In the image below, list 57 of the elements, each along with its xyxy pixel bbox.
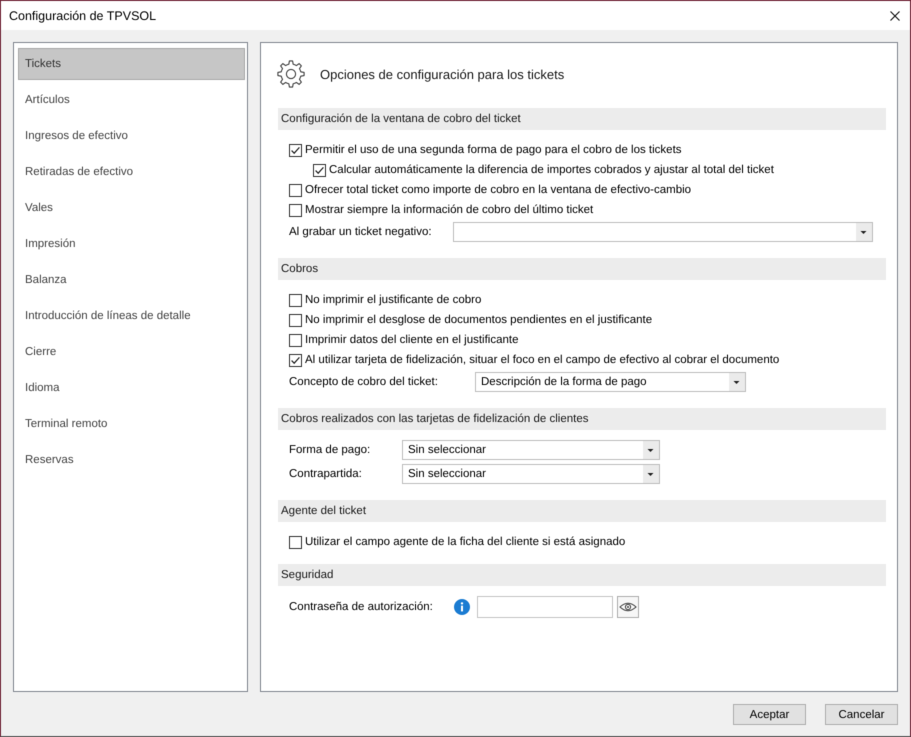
sidebar-item[interactable]: Reservas — [18, 444, 245, 476]
checkbox[interactable] — [289, 184, 302, 196]
window-title: Configuración de TPVSOL — [9, 8, 156, 22]
caret-icon — [729, 373, 745, 391]
checkbox-label: Utilizar el campo agente de la ficha del cliente si está asignado — [305, 536, 626, 548]
sidebar-item[interactable]: Tickets — [18, 48, 245, 80]
show-password-button[interactable] — [617, 596, 639, 618]
section-header: Configuración de la ventana de cobro del ticket — [278, 108, 886, 130]
password-field[interactable] — [477, 596, 613, 618]
section-header: Agente del ticket — [278, 500, 886, 522]
section-header: Cobros — [278, 258, 886, 280]
checkbox-label: Mostrar siempre la información de cobro del último ticket — [305, 204, 594, 216]
field-label: Forma de pago: — [289, 444, 372, 456]
eye-icon — [619, 601, 637, 613]
sidebar-item[interactable]: Retiradas de efectivo — [18, 156, 245, 188]
checkbox[interactable] — [289, 536, 302, 548]
checkbox-label: Imprimir datos del cliente en el justificante — [305, 334, 518, 346]
section-header: Seguridad — [278, 564, 886, 586]
field-label: Contrapartida: — [289, 468, 363, 480]
sidebar-item[interactable]: Balanza — [18, 264, 245, 296]
sidebar-item[interactable]: Artículos — [18, 84, 245, 116]
sidebar-item[interactable]: Cierre — [18, 336, 245, 368]
checkbox-label: No imprimir el justificante de cobro — [305, 294, 482, 306]
caret-icon — [643, 465, 659, 483]
caret-icon — [856, 223, 872, 241]
checkbox[interactable] — [313, 164, 326, 176]
sidebar-item[interactable]: Ingresos de efectivo — [18, 120, 245, 152]
gear-icon — [277, 60, 305, 88]
checkbox-label: Al utilizar tarjeta de fidelización, situar el foco en el campo de efectivo al cobrar el documento — [305, 354, 780, 366]
accept-button[interactable]: Aceptar — [733, 704, 806, 725]
caret-icon — [643, 441, 659, 459]
sidebar-item[interactable]: Introducción de líneas de detalle — [18, 300, 245, 332]
info-icon[interactable] — [454, 599, 470, 615]
sidebar-item[interactable]: Idioma — [18, 372, 245, 404]
checkbox-label: Ofrecer total ticket como importe de cobro en la ventana de efectivo-cambio — [305, 184, 692, 196]
field-label: Al grabar un ticket negativo: — [289, 226, 433, 238]
sidebar-item[interactable]: Vales — [18, 192, 245, 224]
panel-title: Opciones de configuración para los tickets — [320, 66, 564, 82]
dropdown[interactable]: Sin seleccionar — [402, 464, 660, 484]
checkbox[interactable] — [289, 354, 302, 366]
checkbox-label: No imprimir el desglose de documentos pendientes en el justificante — [305, 314, 652, 326]
field-label: Contraseña de autorización: — [289, 601, 434, 613]
dropdown[interactable]: Descripción de la forma de pago — [475, 372, 746, 392]
close-icon[interactable] — [890, 10, 900, 20]
sidebar-item[interactable]: Terminal remoto — [18, 408, 245, 440]
checkbox[interactable] — [289, 204, 302, 216]
checkbox[interactable] — [289, 144, 302, 156]
cancel-button[interactable]: Cancelar — [825, 704, 898, 725]
dropdown[interactable]: Sin seleccionar — [402, 440, 660, 460]
checkbox[interactable] — [289, 334, 302, 346]
checkbox-label: Permitir el uso de una segunda forma de pago para el cobro de los tickets — [305, 144, 682, 156]
field-label: Concepto de cobro del ticket: — [289, 376, 439, 388]
sidebar-item[interactable]: Impresión — [18, 228, 245, 260]
checkbox[interactable] — [289, 314, 302, 326]
checkbox-label: Calcular automáticamente la diferencia de importes cobrados y ajustar al total del ticket — [329, 164, 774, 176]
section-header: Cobros realizados con las tarjetas de fidelización de clientes — [278, 408, 886, 430]
checkbox[interactable] — [289, 294, 302, 306]
